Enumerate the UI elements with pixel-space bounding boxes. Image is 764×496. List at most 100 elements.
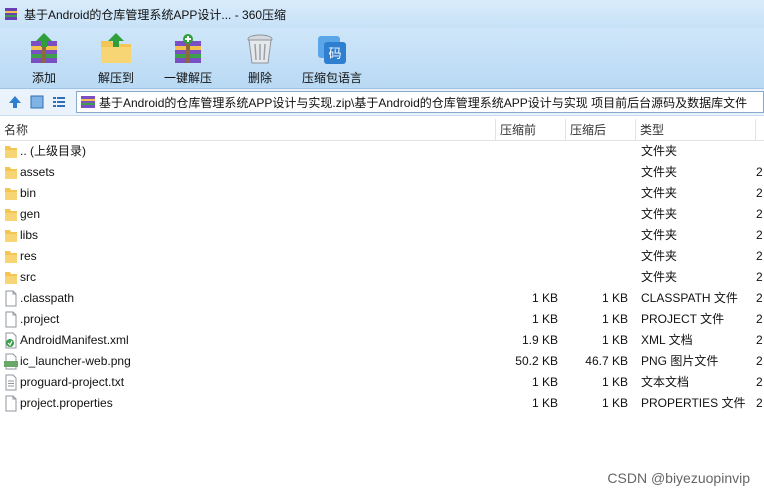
column-header-extra[interactable] <box>756 119 764 141</box>
file-name: libs <box>20 228 39 242</box>
one-click-extract-label: 一键解压 <box>163 71 212 85</box>
file-packed-size: 1 KB <box>601 312 628 326</box>
file-name: res <box>20 249 37 263</box>
file-size <box>500 183 558 204</box>
file-size: 50.2 KB <box>515 354 558 368</box>
file-modified: 2 <box>756 291 763 305</box>
file-packed-size: 46.7 KB <box>585 354 628 368</box>
file-modified: 2 <box>756 228 763 242</box>
extract-to-button[interactable]: 解压到 <box>80 28 152 88</box>
file-size: 1.9 KB <box>521 333 558 347</box>
archive-language-icon: 码 <box>314 32 350 66</box>
add-archive-icon <box>26 32 62 66</box>
file-type: 文件夹 <box>641 186 678 200</box>
table-row[interactable]: ic_launcher-web.png 50.2 KB 46.7 KB PNG … <box>0 351 764 372</box>
file-name: .. (上级目录) <box>20 144 86 158</box>
file-name: .project <box>20 312 60 326</box>
folder-icon <box>5 209 17 221</box>
extract-to-folder-icon <box>98 32 134 66</box>
archive-language-button[interactable]: 码 压缩包语言 <box>296 28 368 88</box>
file-icon <box>5 395 17 412</box>
delete-button-label: 删除 <box>247 71 272 85</box>
window-title: 基于Android的仓库管理系统APP设计... - 360压缩 <box>24 7 287 22</box>
file-packed-size: 1 KB <box>601 333 628 347</box>
column-header-type[interactable]: 类型 <box>636 119 756 141</box>
title-bar: 基于Android的仓库管理系统APP设计... - 360压缩 <box>0 0 764 28</box>
table-row[interactable]: proguard-project.txt 1 KB 1 KB 文本文档 2 <box>0 372 764 393</box>
column-header-size[interactable]: 压缩前 <box>496 119 566 141</box>
table-row[interactable]: src 文件夹 2 <box>0 267 764 288</box>
file-name: bin <box>20 186 37 200</box>
file-modified: 2 <box>756 207 763 221</box>
file-size: 1 KB <box>531 396 558 410</box>
address-bar: 基于Android的仓库管理系统APP设计与实现.zip\基于Android的仓… <box>0 88 764 116</box>
one-click-extract-button[interactable]: 一键解压 <box>152 28 224 88</box>
file-packed-size: 1 KB <box>601 375 628 389</box>
toolbar: 添加 解压到 一键解压 删除 码 压缩包语言 <box>0 28 764 88</box>
file-type: CLASSPATH 文件 <box>641 291 738 305</box>
file-packed-size <box>570 204 628 225</box>
table-row[interactable]: .classpath 1 KB 1 KB CLASSPATH 文件 2 <box>0 288 764 309</box>
up-folder-button[interactable] <box>4 91 26 113</box>
file-icon <box>5 311 17 328</box>
path-field[interactable]: 基于Android的仓库管理系统APP设计与实现.zip\基于Android的仓… <box>76 91 764 113</box>
add-button[interactable]: 添加 <box>8 28 80 88</box>
table-row[interactable]: .project 1 KB 1 KB PROJECT 文件 2 <box>0 309 764 330</box>
table-row[interactable]: gen 文件夹 2 <box>0 204 764 225</box>
archive-language-label: 压缩包语言 <box>301 71 362 85</box>
delete-button[interactable]: 删除 <box>224 28 296 88</box>
xml-file-icon <box>5 332 17 349</box>
file-icon <box>5 290 17 307</box>
file-type: 文件夹 <box>641 165 678 179</box>
file-name: project.properties <box>20 396 113 410</box>
file-size <box>500 225 558 246</box>
file-modified: 2 <box>756 186 763 200</box>
file-type: 文件夹 <box>641 144 678 158</box>
language-glyph: 码 <box>328 47 341 62</box>
table-row[interactable]: res 文件夹 2 <box>0 246 764 267</box>
file-packed-size <box>570 162 628 183</box>
path-text: 基于Android的仓库管理系统APP设计与实现.zip\基于Android的仓… <box>99 95 748 110</box>
file-packed-size <box>570 225 628 246</box>
png-file-icon <box>4 353 18 370</box>
folder-icon <box>5 272 17 284</box>
column-header-packed[interactable]: 压缩后 <box>566 119 636 141</box>
folder-icon <box>5 230 17 242</box>
table-row[interactable]: project.properties 1 KB 1 KB PROPERTIES … <box>0 393 764 414</box>
file-name: ic_launcher-web.png <box>20 354 131 368</box>
file-type: 文件夹 <box>641 249 678 263</box>
watermark: CSDN @biyezuopinvip <box>607 470 750 486</box>
list-view-icon <box>53 97 65 107</box>
table-row[interactable]: bin 文件夹 2 <box>0 183 764 204</box>
column-header-name[interactable]: 名称 <box>0 119 496 141</box>
add-button-label: 添加 <box>31 71 56 85</box>
table-row[interactable]: AndroidManifest.xml 1.9 KB 1 KB XML 文档 2 <box>0 330 764 351</box>
table-row[interactable]: assets 文件夹 2 <box>0 162 764 183</box>
folder-icon <box>5 251 17 263</box>
file-type: 文件夹 <box>641 228 678 242</box>
folder-icon <box>5 167 17 179</box>
file-type: 文件夹 <box>641 270 678 284</box>
file-name: gen <box>20 207 41 221</box>
file-packed-size <box>570 183 628 204</box>
file-modified: 2 <box>756 249 763 263</box>
file-name: proguard-project.txt <box>20 375 125 389</box>
file-modified: 2 <box>756 375 763 389</box>
file-packed-size <box>570 267 628 288</box>
table-row[interactable]: .. (上级目录) 文件夹 <box>0 141 764 162</box>
file-size <box>500 141 558 162</box>
file-type: PROJECT 文件 <box>641 312 725 326</box>
file-size <box>500 162 558 183</box>
file-packed-size <box>570 246 628 267</box>
view-thumbnails-button[interactable] <box>26 91 48 113</box>
table-row[interactable]: libs 文件夹 2 <box>0 225 764 246</box>
file-name: src <box>20 270 36 284</box>
zip-archive-icon <box>81 96 95 108</box>
file-packed-size: 1 KB <box>601 396 628 410</box>
view-list-button[interactable] <box>48 91 70 113</box>
file-packed-size <box>570 141 628 162</box>
file-type: 文本文档 <box>641 375 690 389</box>
file-size <box>500 246 558 267</box>
file-size: 1 KB <box>531 291 558 305</box>
file-modified: 2 <box>756 354 763 368</box>
